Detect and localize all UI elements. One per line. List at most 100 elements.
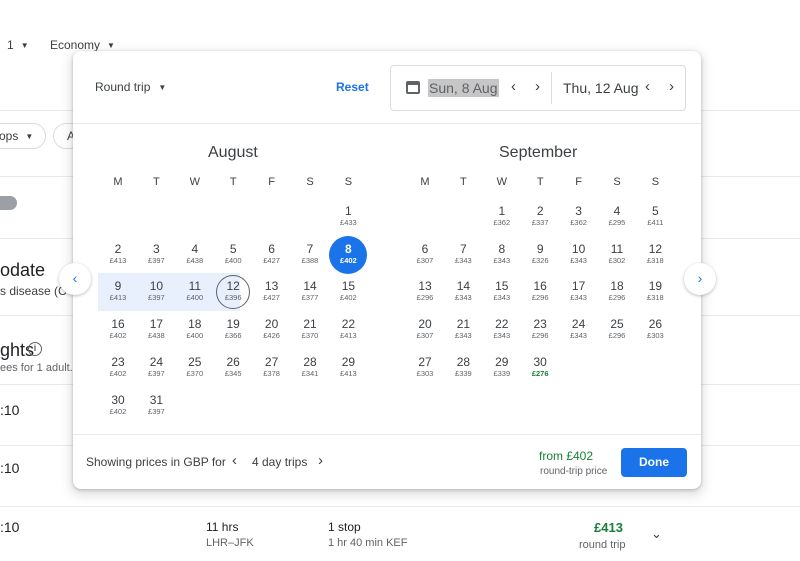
calendar-day[interactable]: 17 £438: [137, 311, 175, 349]
day-price: £402: [109, 331, 127, 340]
expand-chevron-icon[interactable]: ⌄: [651, 526, 662, 542]
day-price: £307: [416, 331, 434, 340]
calendar-day[interactable]: 7 £388: [291, 236, 329, 274]
calendar-day[interactable]: 18 £296: [598, 273, 636, 311]
calendar-day[interactable]: 20 £307: [406, 311, 444, 349]
calendar-day[interactable]: 28 £341: [291, 349, 329, 387]
calendar-day[interactable]: 27 £378: [253, 349, 291, 387]
chevron-right-icon[interactable]: ›: [318, 452, 323, 469]
day-number: 7: [306, 242, 314, 256]
calendar-day[interactable]: 18 £400: [176, 311, 214, 349]
calendar-day[interactable]: 2 £413: [99, 236, 137, 274]
calendar-day[interactable]: 9 £413: [99, 273, 137, 311]
calendar-day[interactable]: 12 £318: [636, 236, 674, 274]
info-icon[interactable]: i: [28, 342, 42, 356]
fees-text: ees for 1 adult. A: [0, 362, 83, 374]
cabin-selector[interactable]: Economy ▼: [50, 38, 115, 52]
calendar-day[interactable]: 29 £413: [329, 349, 367, 387]
calendar-day[interactable]: 27 £303: [406, 349, 444, 387]
calendar-day[interactable]: 1 £433: [329, 198, 367, 236]
calendar-day[interactable]: 31 £397: [137, 387, 175, 425]
chevron-left-icon[interactable]: ‹: [232, 452, 237, 469]
return-date-input[interactable]: Thu, 12 Aug: [563, 80, 639, 96]
day-price: £339: [455, 369, 472, 378]
calendar-day[interactable]: 13 £427: [253, 273, 291, 311]
calendar-day[interactable]: 25 £296: [598, 311, 636, 349]
next-month-button[interactable]: ›: [684, 263, 716, 295]
done-button[interactable]: Done: [621, 448, 687, 477]
previous-month-button[interactable]: ‹: [59, 263, 91, 295]
calendar-day[interactable]: 23 £402: [99, 349, 137, 387]
chevron-right-icon[interactable]: ›: [535, 78, 540, 95]
calendar-day[interactable]: 19 £366: [214, 311, 252, 349]
weekday-label: T: [229, 176, 237, 188]
calendar-day[interactable]: 6 £427: [253, 236, 291, 274]
calendar-day[interactable]: 21 £370: [291, 311, 329, 349]
calendar-day[interactable]: 30 £276: [521, 349, 559, 387]
price-type-label: round-trip price: [540, 466, 608, 477]
chevron-right-icon[interactable]: ›: [669, 78, 674, 95]
day-number: 5: [652, 204, 659, 218]
calendar-day[interactable]: 2 £337: [521, 198, 559, 236]
calendar-day[interactable]: 4 £438: [176, 236, 214, 274]
calendar-day[interactable]: 5 £411: [636, 198, 674, 236]
calendar-day[interactable]: 28 £339: [444, 349, 482, 387]
calendar-day[interactable]: 26 £345: [214, 349, 252, 387]
trip-type-selector[interactable]: Round trip ▼: [95, 80, 166, 94]
calendar-day[interactable]: 14 £343: [444, 273, 482, 311]
calendar-day[interactable]: 8 £343: [483, 236, 521, 274]
calendar-day[interactable]: 14 £377: [291, 273, 329, 311]
calendar-day[interactable]: 13 £296: [406, 273, 444, 311]
calendar-day[interactable]: 25 £370: [176, 349, 214, 387]
day-price: £362: [570, 218, 587, 227]
departure-date-input[interactable]: Sun, 8 Aug: [428, 79, 499, 97]
calendar-day[interactable]: 17 £343: [560, 273, 598, 311]
calendar-day[interactable]: 23 £296: [521, 311, 559, 349]
calendar-day[interactable]: 24 £397: [137, 349, 175, 387]
day-number: 23: [533, 317, 547, 331]
date-range-field: Sun, 8 Aug ‹ › Thu, 12 Aug ‹ ›: [390, 65, 686, 111]
calendar-day[interactable]: 11 £302: [598, 236, 636, 274]
calendar-day[interactable]: 16 £402: [99, 311, 137, 349]
day-number: 5: [229, 242, 237, 256]
stops-filter-chip[interactable]: ops ▼: [0, 123, 46, 149]
calendar-day[interactable]: 1 £362: [483, 198, 521, 236]
weekday-label: T: [460, 176, 467, 188]
calendar-day[interactable]: 4 £295: [598, 198, 636, 236]
day-price: £400: [186, 293, 204, 302]
day-price: £402: [340, 256, 357, 265]
calendar-day[interactable]: 15 £343: [483, 273, 521, 311]
calendar-day[interactable]: 15 £402: [329, 273, 367, 311]
calendar-day[interactable]: 26 £303: [636, 311, 674, 349]
calendar-day[interactable]: 22 £343: [483, 311, 521, 349]
calendar-day[interactable]: 29 £339: [483, 349, 521, 387]
calendar-day[interactable]: 21 £343: [444, 311, 482, 349]
chevron-left-icon[interactable]: ‹: [645, 78, 650, 95]
calendar-day[interactable]: 12 £396: [214, 273, 252, 311]
passenger-selector[interactable]: 1 ▼: [7, 38, 29, 52]
calendar-day[interactable]: 20 £426: [253, 311, 291, 349]
calendar-day[interactable]: 3 £397: [137, 236, 175, 274]
calendar-day[interactable]: 3 £362: [560, 198, 598, 236]
calendar-day[interactable]: 10 £343: [560, 236, 598, 274]
calendar-day[interactable]: 11 £400: [176, 273, 214, 311]
calendar-day[interactable]: 24 £343: [560, 311, 598, 349]
calendar-day[interactable]: 16 £296: [521, 273, 559, 311]
price-tracking-toggle[interactable]: [0, 196, 17, 210]
calendar-day[interactable]: 5 £400: [214, 236, 252, 274]
calendar-day[interactable]: 10 £397: [137, 273, 175, 311]
calendar-day[interactable]: 30 £402: [99, 387, 137, 425]
day-number: 2: [536, 204, 544, 218]
calendar-day[interactable]: 22 £413: [329, 311, 367, 349]
calendar-day[interactable]: 7 £343: [444, 236, 482, 274]
calendar-day[interactable]: 8 £402: [329, 236, 368, 274]
reset-button[interactable]: Reset: [336, 80, 369, 94]
day-price: £378: [263, 369, 280, 378]
calendar-day[interactable]: 9 £326: [521, 236, 559, 274]
day-price: £433: [340, 218, 357, 227]
calendar-day[interactable]: 6 £307: [406, 236, 444, 274]
day-number: 24: [149, 355, 164, 369]
chevron-left-icon[interactable]: ‹: [511, 78, 516, 95]
calendar-day[interactable]: 19 £318: [636, 273, 674, 311]
day-number: 3: [153, 242, 160, 256]
